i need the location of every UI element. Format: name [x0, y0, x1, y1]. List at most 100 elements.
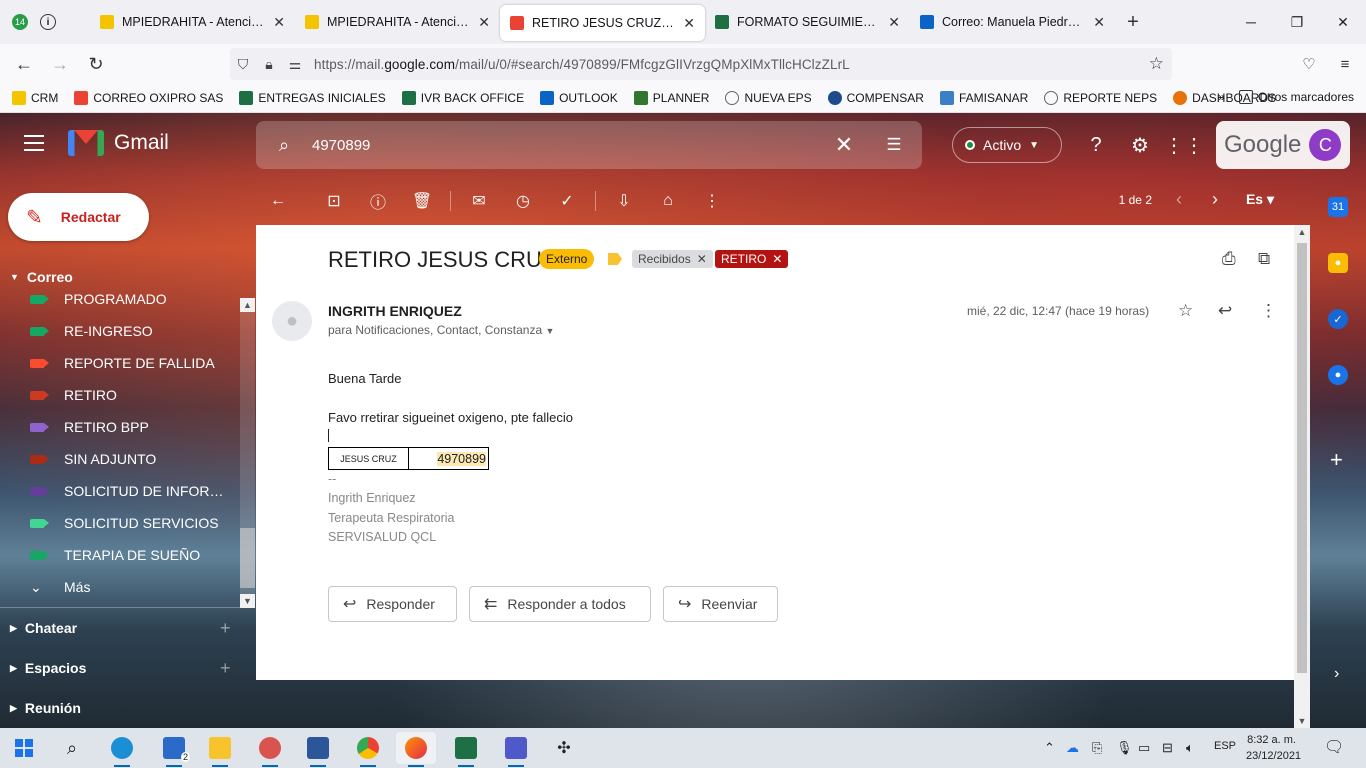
sender-name[interactable]: INGRITH ENRIQUEZ: [328, 303, 462, 319]
label-programado[interactable]: PROGRAMADO: [0, 293, 240, 315]
section-mail[interactable]: ▼ Correo: [10, 269, 73, 285]
address-bar[interactable]: ⛉ 🔒︎ ⚌ https://mail.google.com/mail/u/0/…: [230, 48, 1172, 80]
search-input[interactable]: 4970899: [312, 137, 822, 154]
snooze-icon[interactable]: ◷: [501, 181, 545, 221]
remove-label-icon[interactable]: ✕: [772, 252, 782, 266]
permissions-icon[interactable]: ⚌: [282, 56, 308, 73]
more-labels-item[interactable]: ⌄ Más: [0, 571, 240, 603]
network-icon[interactable]: ⊟: [1162, 740, 1173, 756]
report-spam-icon[interactable]: ⓘ: [356, 181, 400, 221]
excel-icon[interactable]: [446, 732, 486, 767]
sidebar-scrollbar[interactable]: ▲ ▼: [240, 298, 255, 608]
section-chat[interactable]: ▶ Chatear +: [10, 618, 231, 638]
search-icon[interactable]: ⌕: [256, 135, 312, 156]
pocket-icon[interactable]: ♡: [1296, 48, 1322, 80]
chrome-icon[interactable]: [348, 732, 388, 767]
scroll-thumb[interactable]: [1297, 243, 1307, 673]
expand-panel-icon[interactable]: ›: [1334, 665, 1339, 683]
microphone-icon[interactable]: 🎙︎: [1116, 740, 1133, 756]
browser-tab-5[interactable]: Correo: Manuela Piedrahita - ✕: [910, 4, 1115, 40]
restore-icon[interactable]: ❐: [1274, 0, 1320, 44]
older-icon[interactable]: ›: [1212, 189, 1218, 210]
edge-icon[interactable]: [102, 732, 142, 767]
label-retiro[interactable]: RETIRO: [0, 379, 240, 411]
print-icon[interactable]: ⎙: [1222, 249, 1236, 269]
snipping-tool-icon[interactable]: [250, 732, 290, 767]
minimize-icon[interactable]: ─: [1228, 0, 1274, 44]
label-icon[interactable]: ⌂: [646, 181, 690, 221]
label-sin-adjunto[interactable]: SIN ADJUNTO: [0, 443, 240, 475]
network-app-icon[interactable]: ✣: [544, 732, 584, 764]
mark-unread-icon[interactable]: ✉: [457, 181, 501, 221]
caret-down-icon[interactable]: ▼: [545, 326, 554, 336]
more-options-icon[interactable]: ⋮: [690, 181, 734, 221]
importance-marker-icon[interactable]: [608, 253, 622, 265]
browser-tab-4[interactable]: FORMATO SEGUIMIENTO GD. ✕: [705, 4, 910, 40]
onedrive-icon[interactable]: ☁: [1066, 740, 1079, 756]
calendar-icon[interactable]: 31: [1328, 197, 1348, 217]
bookmark-correo-oxipro[interactable]: CORREO OXIPRO SAS: [74, 91, 223, 105]
back-icon[interactable]: ←: [6, 48, 42, 80]
back-to-list-icon[interactable]: ←: [256, 181, 300, 221]
mail-icon[interactable]: 2: [154, 732, 194, 767]
system-clock[interactable]: 8:32 a. m. 23/12/2021: [1246, 732, 1301, 764]
sender-avatar[interactable]: ●: [272, 301, 312, 341]
label-reporte-fallida[interactable]: REPORTE DE FALLIDA: [0, 347, 240, 379]
close-tab-icon[interactable]: ✕: [478, 14, 490, 31]
reply-icon[interactable]: ↩: [1218, 301, 1232, 321]
section-meet[interactable]: ▶ Reunión: [10, 700, 81, 716]
tasks-icon[interactable]: ✓: [1328, 309, 1348, 329]
section-spaces[interactable]: ▶ Espacios +: [10, 658, 231, 678]
input-language-selector[interactable]: Es ▾: [1246, 191, 1274, 208]
apps-grid-icon[interactable]: ⋮⋮: [1164, 133, 1204, 157]
add-task-icon[interactable]: ✓: [545, 181, 589, 221]
label-terapia-sueno[interactable]: TERAPIA DE SUEÑO: [0, 539, 240, 571]
star-icon[interactable]: ☆: [1178, 301, 1193, 321]
move-to-icon[interactable]: ⇩: [602, 181, 646, 221]
new-tab-button[interactable]: +: [1115, 11, 1151, 34]
bookmark-entregas[interactable]: ENTREGAS INICIALES: [239, 91, 386, 105]
bookmark-compensar[interactable]: COMPENSAR: [827, 91, 924, 105]
firefox-icon[interactable]: [396, 732, 436, 767]
main-menu-icon[interactable]: [24, 135, 44, 156]
more-vert-icon[interactable]: ⋮: [1260, 301, 1277, 321]
open-new-window-icon[interactable]: ⧉: [1258, 249, 1270, 269]
word-icon[interactable]: [298, 732, 338, 767]
newer-icon[interactable]: ‹: [1176, 189, 1182, 210]
start-windows-icon[interactable]: [4, 732, 44, 764]
label-solicitud-informacion[interactable]: SOLICITUD DE INFORM...: [0, 475, 240, 507]
reply-button[interactable]: ↩ Responder: [328, 586, 457, 622]
delete-icon[interactable]: 🗑︎: [400, 181, 444, 221]
scroll-thumb[interactable]: [240, 528, 255, 588]
url-text[interactable]: https://mail.google.com/mail/u/0/#search…: [314, 57, 850, 72]
contacts-icon[interactable]: ●: [1328, 365, 1348, 385]
notifications-icon[interactable]: 🗨︎: [1324, 737, 1344, 757]
bookmark-ivr[interactable]: IVR BACK OFFICE: [401, 91, 524, 105]
clear-search-icon[interactable]: ✕: [822, 132, 866, 158]
browser-tab-3-active[interactable]: RETIRO JESUS CRUZ - coordin ✕: [500, 5, 705, 41]
bookmark-famisanar[interactable]: FAMISANAR: [939, 91, 1028, 105]
label-re-ingreso[interactable]: RE-INGRESO: [0, 315, 240, 347]
teams-icon[interactable]: [496, 732, 536, 767]
keep-icon[interactable]: ●: [1328, 253, 1348, 273]
bookmark-planner[interactable]: PLANNER: [633, 91, 709, 105]
search-bar[interactable]: ⌕ 4970899 ✕ ☰: [256, 121, 922, 169]
account-avatar[interactable]: C: [1309, 129, 1342, 161]
scroll-up-icon[interactable]: ▲: [240, 298, 255, 312]
browser-tab-1[interactable]: MPIEDRAHITA - Atención al U ✕: [90, 4, 295, 40]
close-window-icon[interactable]: ✕: [1320, 0, 1366, 44]
chevron-double-right-icon[interactable]: »: [1218, 90, 1225, 104]
scroll-up-icon[interactable]: ▲: [1294, 225, 1310, 239]
label-solicitud-servicios[interactable]: SOLICITUD SERVICIOS: [0, 507, 240, 539]
search-options-icon[interactable]: ☰: [866, 135, 922, 155]
help-icon[interactable]: ?: [1084, 133, 1108, 157]
bookmark-crm[interactable]: CRM: [12, 91, 58, 105]
info-icon[interactable]: i: [40, 14, 56, 30]
settings-gear-icon[interactable]: ⚙: [1128, 133, 1152, 157]
add-space-icon[interactable]: +: [220, 658, 231, 679]
close-tab-icon[interactable]: ✕: [273, 14, 285, 31]
message-scrollbar[interactable]: ▲ ▼: [1294, 225, 1310, 728]
lock-icon[interactable]: 🔒︎: [256, 56, 282, 73]
other-bookmarks[interactable]: Otros marcadores: [1238, 90, 1354, 104]
close-tab-icon[interactable]: ✕: [1093, 14, 1105, 31]
